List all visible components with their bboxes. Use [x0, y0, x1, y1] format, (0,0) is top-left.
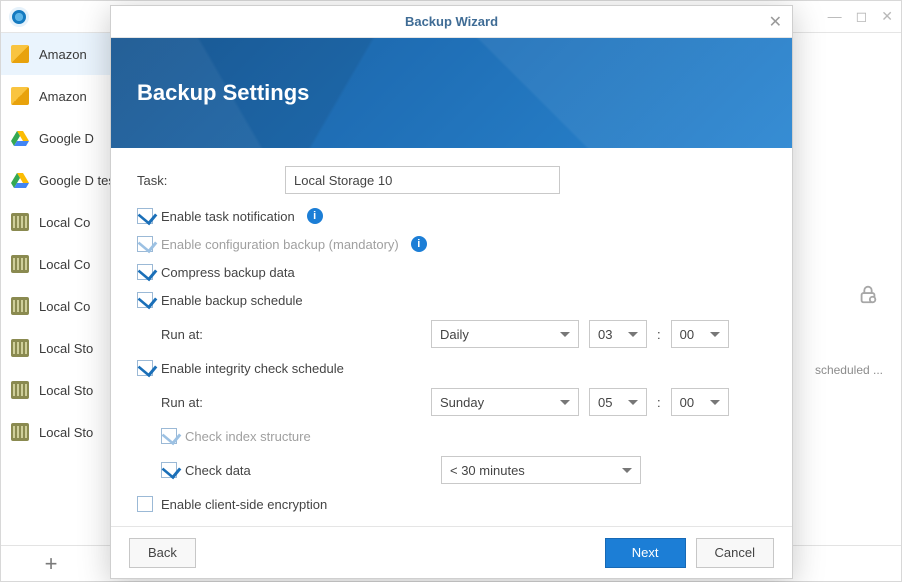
backup-run-at-label: Run at:: [161, 327, 421, 342]
local-storage-icon: [11, 381, 29, 399]
sidebar-item-label: Local Co: [39, 215, 90, 230]
enable-backup-schedule-checkbox[interactable]: [137, 292, 153, 308]
enable-integrity-check-label: Enable integrity check schedule: [161, 361, 344, 376]
enable-encryption-label: Enable client-side encryption: [161, 497, 327, 512]
check-data-checkbox[interactable]: [161, 462, 177, 478]
background-hint-text: scheduled ...: [815, 363, 883, 377]
time-colon: :: [657, 327, 661, 342]
google-drive-icon: [11, 129, 29, 147]
backup-wizard-modal: Backup Wizard ✕ Backup Settings Task: En…: [110, 5, 793, 579]
local-storage-icon: [11, 255, 29, 273]
local-storage-icon: [11, 339, 29, 357]
sidebar-item-label: Google D: [39, 131, 94, 146]
info-icon[interactable]: i: [411, 236, 427, 252]
backup-frequency-select[interactable]: Daily: [431, 320, 579, 348]
local-storage-icon: [11, 423, 29, 441]
check-index-structure-checkbox: [161, 428, 177, 444]
close-icon[interactable]: ✕: [769, 12, 782, 32]
compress-backup-data-checkbox[interactable]: [137, 264, 153, 280]
next-button[interactable]: Next: [605, 538, 686, 568]
local-storage-icon: [11, 213, 29, 231]
sidebar-item-label: Local Sto: [39, 341, 93, 356]
backup-minute-select[interactable]: 00: [671, 320, 729, 348]
check-index-structure-label: Check index structure: [185, 429, 311, 444]
time-colon: :: [657, 395, 661, 410]
check-data-label: Check data: [185, 463, 433, 478]
modal-title: Backup Wizard: [405, 14, 498, 29]
sidebar-item-label: Local Co: [39, 257, 90, 272]
sidebar-item-label: Google D test: [39, 173, 119, 188]
app-logo: [9, 7, 29, 27]
add-task-button[interactable]: +: [11, 551, 91, 577]
integrity-hour-select[interactable]: 05: [589, 388, 647, 416]
enable-config-backup-label: Enable configuration backup (mandatory): [161, 237, 399, 252]
enable-encryption-checkbox[interactable]: [137, 496, 153, 512]
s3-icon: [11, 87, 29, 105]
window-close-icon[interactable]: ✕: [881, 8, 893, 25]
modal-heading: Backup Settings: [137, 80, 309, 106]
backup-hour-select[interactable]: 03: [589, 320, 647, 348]
back-button[interactable]: Back: [129, 538, 196, 568]
cancel-button[interactable]: Cancel: [696, 538, 774, 568]
sidebar-item-label: Amazon: [39, 47, 87, 62]
google-drive-icon: [11, 171, 29, 189]
compress-backup-data-label: Compress backup data: [161, 265, 295, 280]
enable-integrity-check-checkbox[interactable]: [137, 360, 153, 376]
lock-icon: [857, 283, 879, 305]
sidebar-item-label: Local Co: [39, 299, 90, 314]
modal-hero: Backup Settings: [111, 38, 792, 148]
integrity-run-at-label: Run at:: [161, 395, 421, 410]
enable-task-notification-label: Enable task notification: [161, 209, 295, 224]
sidebar-item-label: Amazon: [39, 89, 87, 104]
enable-backup-schedule-label: Enable backup schedule: [161, 293, 303, 308]
s3-icon: [11, 45, 29, 63]
enable-task-notification-checkbox[interactable]: [137, 208, 153, 224]
integrity-minute-select[interactable]: 00: [671, 388, 729, 416]
window-minimize-icon[interactable]: —: [828, 8, 842, 25]
window-maximize-icon[interactable]: ◻: [856, 8, 868, 25]
sidebar-item-label: Local Sto: [39, 383, 93, 398]
integrity-frequency-select[interactable]: Sunday: [431, 388, 579, 416]
info-icon[interactable]: i: [307, 208, 323, 224]
enable-config-backup-checkbox: [137, 236, 153, 252]
check-data-duration-select[interactable]: < 30 minutes: [441, 456, 641, 484]
task-name-input[interactable]: [285, 166, 560, 194]
sidebar-item-label: Local Sto: [39, 425, 93, 440]
local-storage-icon: [11, 297, 29, 315]
task-label: Task:: [137, 173, 285, 188]
